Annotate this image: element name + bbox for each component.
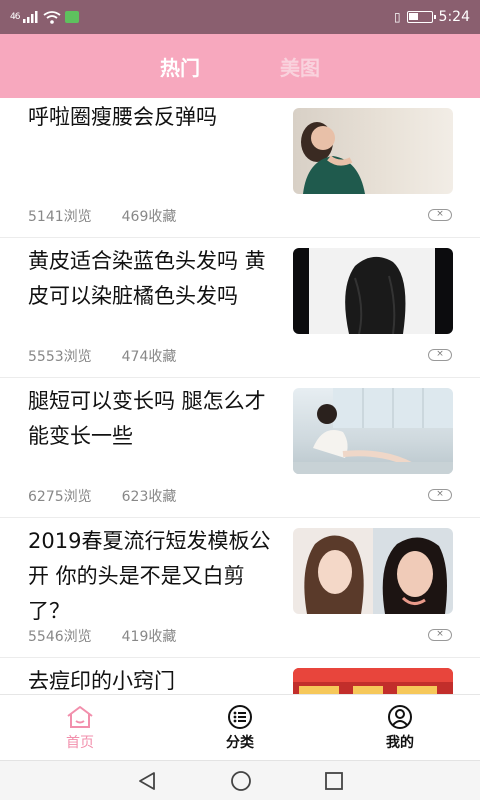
back-icon[interactable] bbox=[136, 771, 158, 791]
favorite-count: 469收藏 bbox=[121, 209, 177, 225]
wifi-icon bbox=[43, 10, 61, 24]
list-item[interactable]: 呼啦圈瘦腰会反弹吗 5141浏览 469收藏 × bbox=[0, 98, 480, 238]
nav-profile-label: 我的 bbox=[386, 734, 414, 751]
status-bar: 46 ▯ 5:24 bbox=[0, 0, 480, 34]
recent-apps-icon[interactable] bbox=[324, 771, 344, 791]
nav-home-label: 首页 bbox=[66, 734, 94, 751]
list-item[interactable]: 去痘印的小窍门 bbox=[0, 658, 480, 694]
favorite-count: 623收藏 bbox=[121, 489, 177, 505]
status-time: 5:24 bbox=[438, 9, 470, 25]
category-icon bbox=[228, 704, 252, 729]
signal-icon bbox=[23, 11, 38, 23]
article-thumbnail bbox=[293, 668, 453, 694]
article-thumbnail bbox=[293, 388, 453, 474]
view-count: 6275浏览 bbox=[28, 489, 92, 505]
dismiss-icon[interactable]: × bbox=[428, 489, 452, 501]
dismiss-icon[interactable]: × bbox=[428, 349, 452, 361]
view-count: 5553浏览 bbox=[28, 349, 92, 365]
nav-category-label: 分类 bbox=[226, 734, 254, 751]
home-icon bbox=[67, 705, 93, 728]
dismiss-icon[interactable]: × bbox=[428, 629, 452, 641]
tab-pictures[interactable]: 美图 bbox=[280, 52, 320, 81]
network-type-label: 46 bbox=[10, 12, 21, 22]
nav-profile[interactable]: 我的 bbox=[320, 695, 480, 760]
list-item[interactable]: 腿短可以变长吗 腿怎么才能变长一些 6275浏览 623收藏 × bbox=[0, 378, 480, 518]
tab-hot[interactable]: 热门 bbox=[160, 52, 200, 81]
nav-category[interactable]: 分类 bbox=[160, 695, 320, 760]
vibrate-icon: ▯ bbox=[393, 10, 401, 24]
battery-icon bbox=[406, 11, 436, 23]
wechat-notification-icon bbox=[65, 11, 80, 23]
view-count: 5546浏览 bbox=[28, 629, 92, 645]
article-title: 2019春夏流行短发模板公开 你的头是不是又白剪了？ bbox=[28, 529, 271, 623]
favorite-count: 474收藏 bbox=[121, 349, 177, 365]
system-navigation-bar bbox=[0, 760, 480, 800]
list-item[interactable]: 黄皮适合染蓝色头发吗 黄皮可以染脏橘色头发吗 5553浏览 474收藏 × bbox=[0, 238, 480, 378]
article-feed[interactable]: 呼啦圈瘦腰会反弹吗 5141浏览 469收藏 × 黄皮适合染蓝色头发吗 黄皮可以… bbox=[0, 98, 480, 694]
article-title: 呼啦圈瘦腰会反弹吗 bbox=[28, 105, 217, 129]
article-title: 黄皮适合染蓝色头发吗 黄皮可以染脏橘色头发吗 bbox=[28, 249, 266, 308]
bottom-navigation: 首页 分类 我的 bbox=[0, 694, 480, 760]
article-title: 腿短可以变长吗 腿怎么才能变长一些 bbox=[28, 389, 266, 448]
article-thumbnail bbox=[293, 248, 453, 334]
article-thumbnail bbox=[293, 108, 453, 194]
top-tab-bar: 热门 美图 bbox=[0, 34, 480, 98]
list-item[interactable]: 2019春夏流行短发模板公开 你的头是不是又白剪了？ 5546浏览 419收藏 … bbox=[0, 518, 480, 658]
profile-icon bbox=[388, 704, 412, 729]
view-count: 5141浏览 bbox=[28, 209, 92, 225]
article-thumbnail bbox=[293, 528, 453, 614]
nav-home[interactable]: 首页 bbox=[0, 695, 160, 760]
article-title: 去痘印的小窍门 bbox=[28, 669, 175, 693]
favorite-count: 419收藏 bbox=[121, 629, 177, 645]
home-button-icon[interactable] bbox=[230, 770, 252, 792]
dismiss-icon[interactable]: × bbox=[428, 209, 452, 221]
